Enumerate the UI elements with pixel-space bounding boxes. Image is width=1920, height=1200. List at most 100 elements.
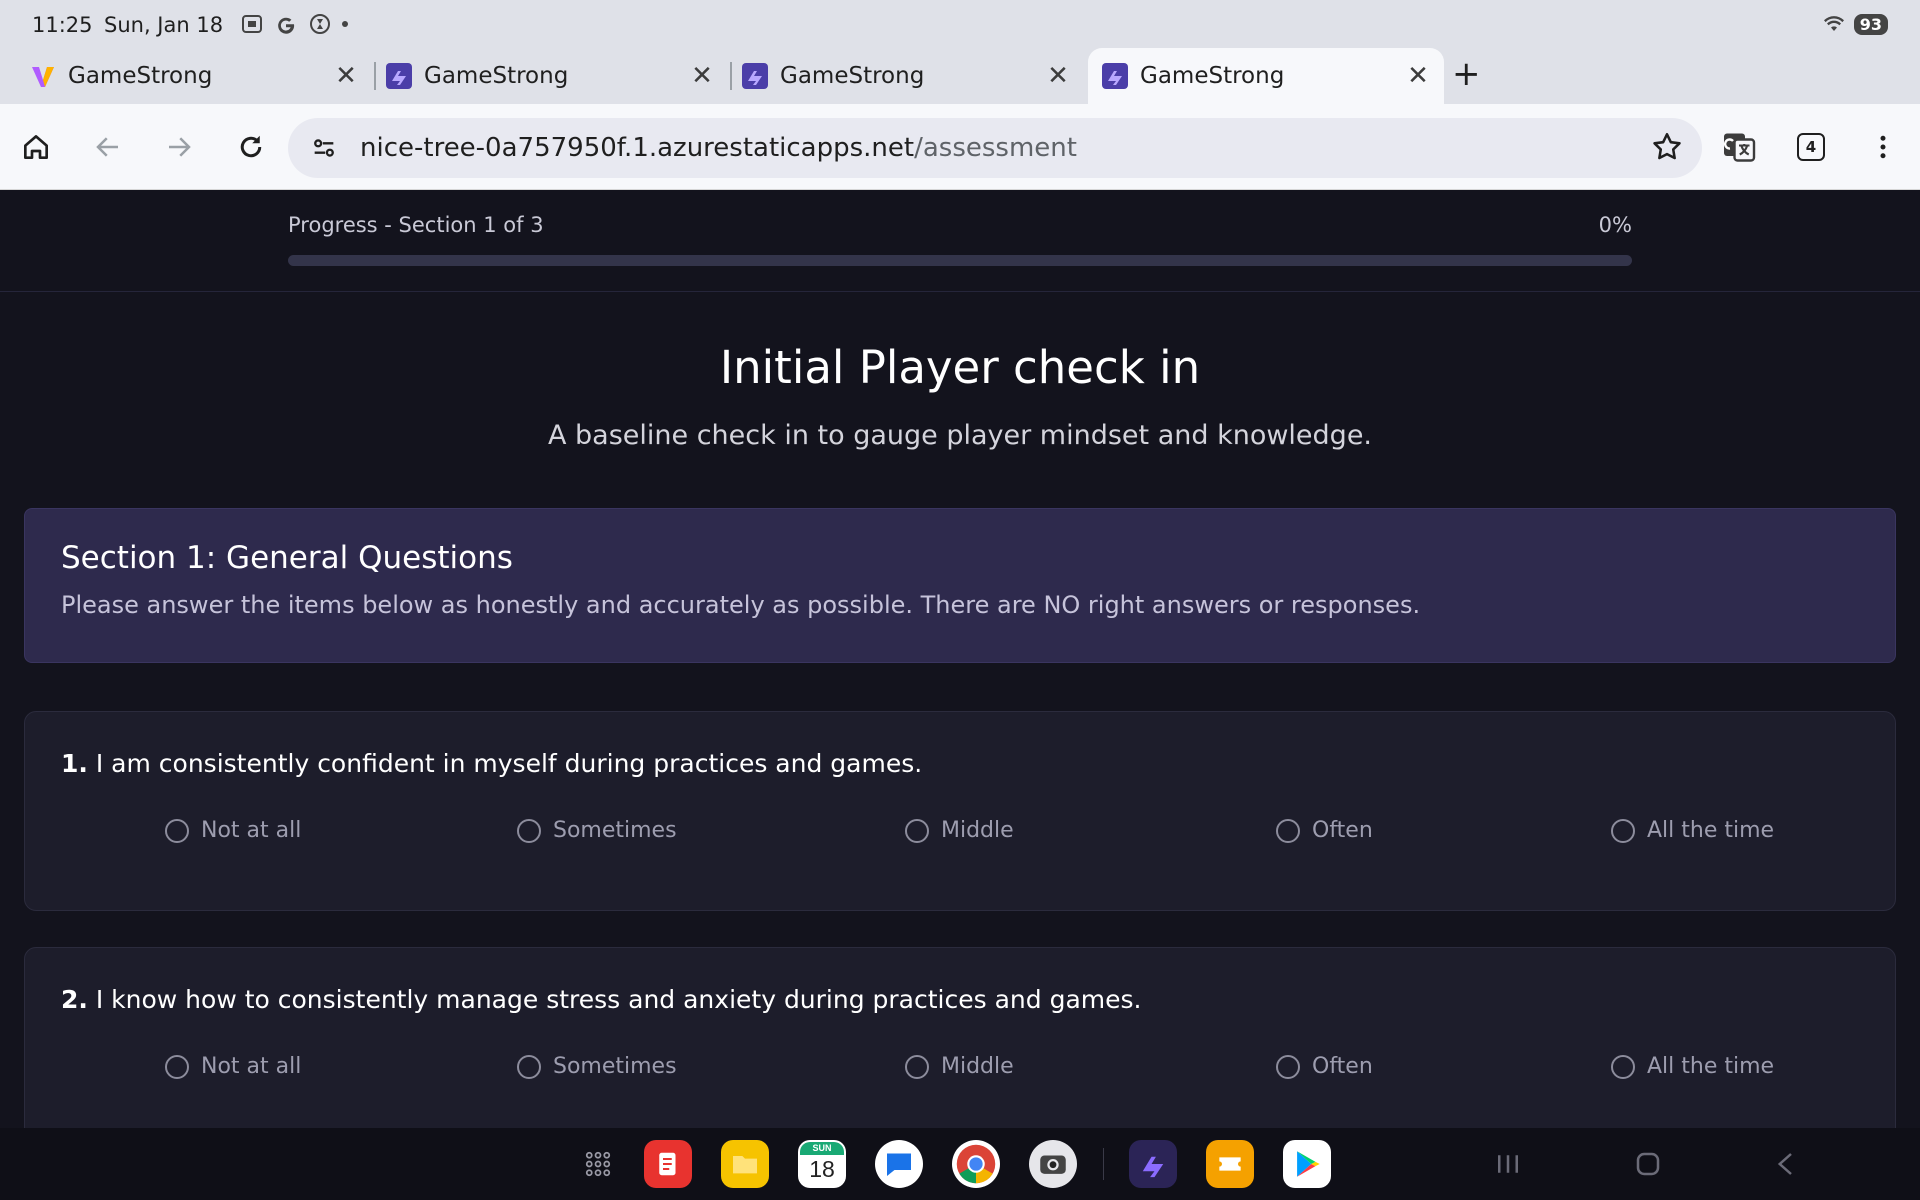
android-taskbar: SUN 18 bbox=[0, 1128, 1920, 1200]
gamestrong-logo-icon bbox=[1102, 63, 1128, 89]
option-sometimes[interactable]: Sometimes bbox=[517, 1054, 677, 1079]
more-vert-icon bbox=[1880, 135, 1886, 159]
back-nav-button[interactable] bbox=[1768, 1146, 1804, 1182]
question-card-2: 2. I know how to consistently manage str… bbox=[24, 947, 1896, 1128]
address-bar[interactable]: nice-tree-0a757950f.1.azurestaticapps.ne… bbox=[288, 118, 1702, 178]
site-settings-icon[interactable] bbox=[310, 134, 338, 162]
browser-tab-4-active[interactable]: GameStrong ✕ bbox=[1088, 48, 1444, 104]
gamestrong-logo-icon bbox=[1142, 1156, 1164, 1178]
notification-icons bbox=[240, 12, 348, 36]
play-store-app[interactable] bbox=[1283, 1140, 1331, 1188]
vee-logo-icon bbox=[32, 67, 54, 87]
radio-button[interactable] bbox=[517, 1054, 541, 1079]
radio-button[interactable] bbox=[1276, 818, 1300, 843]
option-middle[interactable]: Middle bbox=[905, 818, 1014, 843]
radio-button[interactable] bbox=[1276, 1054, 1300, 1079]
tab-close-icon[interactable]: ✕ bbox=[328, 61, 364, 91]
coupon-app[interactable] bbox=[1206, 1140, 1254, 1188]
browser-tab-1[interactable]: GameStrong ✕ bbox=[16, 48, 372, 104]
chrome-app[interactable] bbox=[952, 1140, 1000, 1188]
chat-bubble-icon bbox=[887, 1153, 911, 1176]
assessment-page: Progress - Section 1 of 3 0% Initial Pla… bbox=[0, 191, 1920, 1128]
tab-title: GameStrong bbox=[424, 63, 569, 89]
tab-title: GameStrong bbox=[68, 63, 213, 89]
timer-icon bbox=[310, 14, 330, 34]
messages-app[interactable] bbox=[875, 1140, 923, 1188]
url-text[interactable]: nice-tree-0a757950f.1.azurestaticapps.ne… bbox=[360, 133, 1077, 163]
notes-app[interactable] bbox=[644, 1140, 692, 1188]
ticket-icon bbox=[1219, 1157, 1241, 1171]
page-title: Initial Player check in bbox=[719, 341, 1201, 394]
url-host: nice-tree-0a757950f.1.azurestaticapps.ne… bbox=[360, 133, 915, 163]
app-grid-icon bbox=[585, 1151, 611, 1177]
option-all-the-time[interactable]: All the time bbox=[1611, 1054, 1774, 1079]
question-label: I know how to consistently manage stress… bbox=[87, 985, 1142, 1014]
app-drawer-button[interactable] bbox=[574, 1140, 622, 1188]
gamestrong-app[interactable] bbox=[1129, 1140, 1177, 1188]
radio-button[interactable] bbox=[905, 1054, 929, 1079]
option-label: Middle bbox=[941, 1054, 1014, 1079]
tab-switcher-button[interactable]: 4 bbox=[1788, 124, 1834, 170]
home-nav-button[interactable] bbox=[1630, 1146, 1666, 1182]
new-tab-button[interactable]: + bbox=[1452, 54, 1481, 94]
play-store-icon bbox=[1297, 1151, 1320, 1177]
option-middle[interactable]: Middle bbox=[905, 1054, 1014, 1079]
files-app[interactable] bbox=[721, 1140, 769, 1188]
url-path: /assessment bbox=[914, 133, 1077, 163]
question-number: 1. bbox=[61, 749, 88, 778]
reload-button[interactable] bbox=[228, 124, 274, 170]
calendar-day: 18 bbox=[809, 1156, 835, 1182]
option-label: Sometimes bbox=[553, 1054, 677, 1079]
back-button[interactable] bbox=[85, 124, 131, 170]
radio-button[interactable] bbox=[1611, 1054, 1635, 1079]
calendar-app[interactable]: SUN 18 bbox=[798, 1140, 846, 1188]
browser-tab-2[interactable]: GameStrong ✕ bbox=[372, 48, 728, 104]
browser-toolbar: nice-tree-0a757950f.1.azurestaticapps.ne… bbox=[0, 104, 1920, 190]
folder-icon bbox=[733, 1156, 757, 1174]
radio-button[interactable] bbox=[517, 818, 541, 843]
option-label: Not at all bbox=[201, 1054, 302, 1079]
option-not-at-all[interactable]: Not at all bbox=[165, 1054, 301, 1079]
option-often[interactable]: Often bbox=[1276, 1054, 1373, 1079]
bookmark-star-icon[interactable] bbox=[1650, 130, 1684, 164]
tab-close-icon[interactable]: ✕ bbox=[1040, 61, 1076, 91]
arrow-right-icon bbox=[169, 137, 191, 157]
calendar-icon: SUN 18 bbox=[800, 1142, 844, 1186]
tab-title: GameStrong bbox=[1140, 63, 1285, 89]
tab-close-icon[interactable]: ✕ bbox=[684, 61, 720, 91]
radio-button[interactable] bbox=[165, 1054, 189, 1079]
option-sometimes[interactable]: Sometimes bbox=[517, 818, 677, 843]
notes-app-icon bbox=[659, 1152, 676, 1176]
option-label: Middle bbox=[941, 818, 1014, 843]
radio-button[interactable] bbox=[165, 818, 189, 843]
home-button[interactable] bbox=[13, 124, 59, 170]
progress-label: Progress - Section 1 of 3 bbox=[288, 213, 544, 237]
option-often[interactable]: Often bbox=[1276, 818, 1373, 843]
option-label: Often bbox=[1312, 1054, 1373, 1079]
tab-title: GameStrong bbox=[780, 63, 925, 89]
option-not-at-all[interactable]: Not at all bbox=[165, 818, 301, 843]
browser-menu-button[interactable] bbox=[1860, 124, 1906, 170]
option-label: Sometimes bbox=[553, 818, 677, 843]
translate-button[interactable] bbox=[1716, 124, 1762, 170]
radio-button[interactable] bbox=[905, 818, 929, 843]
browser-tab-3[interactable]: GameStrong ✕ bbox=[728, 48, 1084, 104]
forward-button[interactable] bbox=[156, 124, 202, 170]
recent-apps-button[interactable] bbox=[1490, 1146, 1526, 1182]
option-label: Often bbox=[1312, 818, 1373, 843]
battery-indicator: 93 bbox=[1853, 13, 1888, 35]
option-label: All the time bbox=[1647, 818, 1775, 843]
tab-close-icon[interactable]: ✕ bbox=[1400, 61, 1436, 91]
question-label: I am consistently confident in myself du… bbox=[87, 749, 923, 778]
section-title: Section 1: General Questions bbox=[61, 540, 513, 576]
page-subtitle: A baseline check in to gauge player mind… bbox=[547, 420, 1373, 451]
option-all-the-time[interactable]: All the time bbox=[1611, 818, 1774, 843]
status-date: Sun, Jan 18 bbox=[104, 13, 224, 37]
home-square-icon bbox=[1636, 1152, 1660, 1176]
status-bar: 11:25 Sun, Jan 18 93 bbox=[0, 0, 1920, 48]
radio-button[interactable] bbox=[1611, 818, 1635, 843]
home-icon bbox=[24, 135, 48, 159]
browser-tab-strip: GameStrong ✕ GameStrong ✕ GameStrong ✕ G… bbox=[0, 48, 1920, 104]
camera-app[interactable] bbox=[1029, 1140, 1077, 1188]
question-card-1: 1. I am consistently confident in myself… bbox=[24, 711, 1896, 911]
